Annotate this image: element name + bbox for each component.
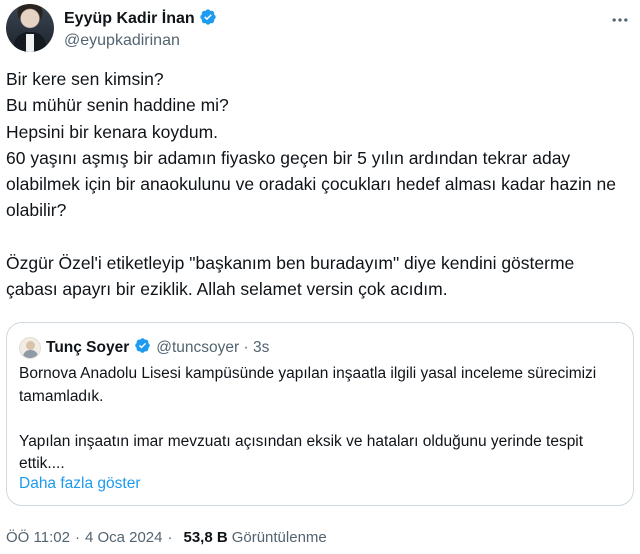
author-name[interactable]: Eyyüp Kadir İnan [64, 10, 195, 28]
tweet-date[interactable]: 4 Oca 2024 [85, 529, 163, 546]
more-horizontal-icon[interactable] [606, 10, 634, 30]
quoted-tweet-text: Bornova Anadolu Lisesi kampüsünde yapıla… [19, 365, 597, 472]
quoted-author-handle[interactable]: @tuncsoyer · 3s [156, 339, 269, 357]
quoted-tweet-header: Tunç Soyer @tuncsoyer · 3s [19, 337, 269, 359]
author-handle[interactable]: @eyupkadirinan [64, 32, 217, 50]
quoted-author-avatar[interactable] [19, 337, 41, 359]
views-label: Görüntülenme [231, 529, 327, 546]
avatar-shirt [26, 34, 34, 52]
verified-badge-icon [134, 337, 151, 359]
quoted-tweet[interactable]: Tunç Soyer @tuncsoyer · 3s Bornova Anado… [6, 322, 634, 506]
meta-separator: · [74, 529, 80, 546]
quoted-author-name[interactable]: Tunç Soyer [46, 339, 129, 357]
tweet-text: Bir kere sen kimsin? Bu mühür senin hadd… [6, 69, 616, 300]
author-avatar[interactable] [6, 4, 54, 52]
tweet-header: Eyyüp Kadir İnan @eyupkadirinan [6, 4, 634, 56]
show-more-link[interactable]: Daha fazla göster [19, 475, 141, 493]
tweet-time[interactable]: ÖÖ 11:02 [6, 529, 70, 546]
tweet-meta: ÖÖ 11:02 · 4 Oca 2024 · 53,8 B Görüntüle… [6, 529, 327, 546]
author-info: Eyyüp Kadir İnan @eyupkadirinan [64, 8, 217, 50]
verified-badge-icon [199, 8, 217, 31]
views-count: 53,8 B [183, 529, 228, 546]
meta-separator: · [167, 529, 173, 546]
author-name-row: Eyyüp Kadir İnan [64, 8, 217, 30]
